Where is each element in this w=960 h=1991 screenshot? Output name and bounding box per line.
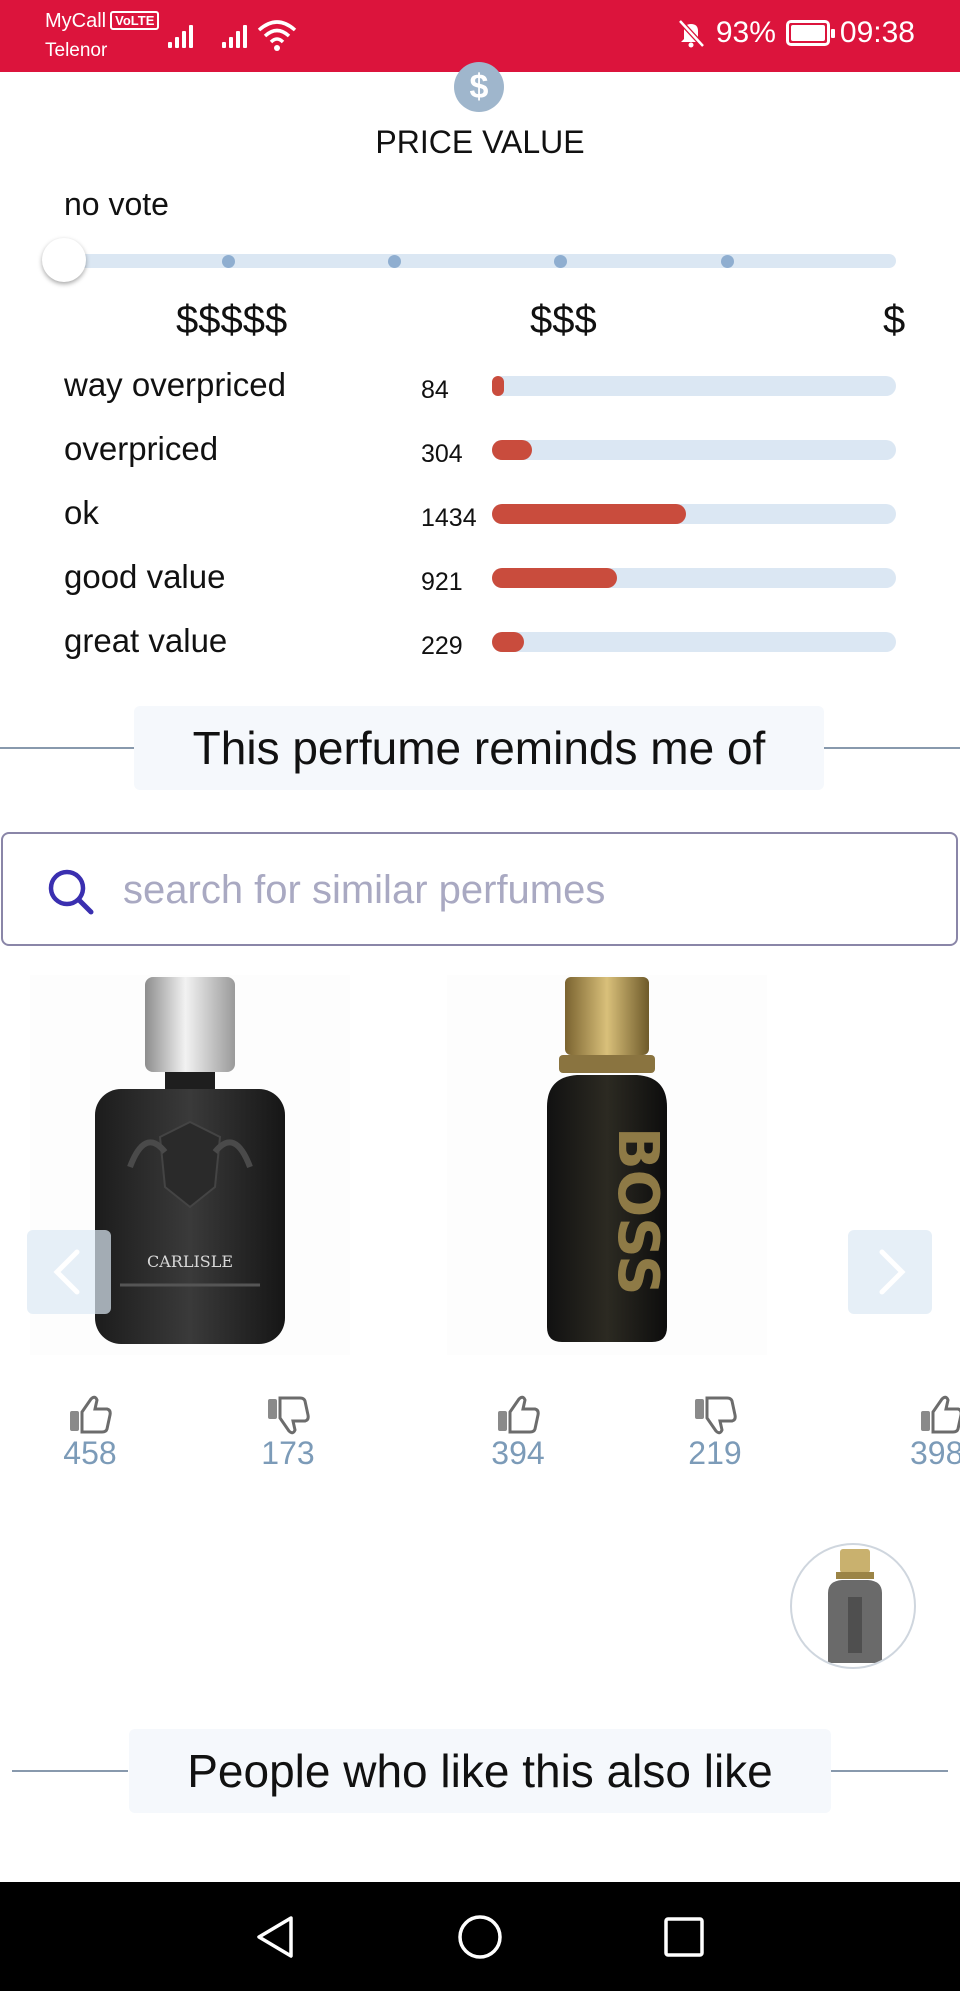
also-like-section-header: People who like this also like (0, 1729, 960, 1813)
dislike-count: 219 (688, 1435, 742, 1471)
search-icon (48, 869, 94, 915)
similar-perfumes-carousel[interactable]: CARLISLE BOSS 458 173 394 219 398 (0, 975, 960, 1475)
chevron-left-icon (53, 1249, 80, 1295)
like-count: 394 (491, 1435, 545, 1471)
reminds-section-header: This perfume reminds me of (0, 706, 960, 790)
volte-badge: VoLTE (110, 11, 160, 30)
vote-row-label: overpriced (64, 430, 219, 467)
carrier-name: MyCall (45, 10, 107, 32)
scale-label-expensive: $$$$$ (176, 298, 288, 342)
vote-row: overpriced 304 (0, 424, 960, 488)
perfume-bottle-image: CARLISLE (95, 977, 285, 1344)
like-count: 458 (63, 1435, 117, 1471)
vote-row-bar (492, 376, 505, 396)
clock: 09:38 (839, 16, 915, 49)
vote-row-label: great value (64, 622, 228, 659)
vote-row-count: 1434 (421, 504, 477, 532)
floating-product-thumbnail[interactable] (790, 1543, 916, 1669)
vote-row-label: good value (64, 558, 226, 595)
vote-row-count: 229 (421, 632, 463, 660)
bottle-label: CARLISLE (147, 1252, 233, 1271)
bell-muted-icon (678, 19, 705, 48)
vote-row-label: ok (64, 494, 99, 531)
carousel-next-button[interactable] (848, 1230, 932, 1314)
battery-icon (785, 20, 835, 46)
perfume-card[interactable]: BOSS (447, 975, 767, 1355)
battery-percent: 93% (715, 16, 776, 49)
also-like-section-title: People who like this also like (129, 1729, 831, 1813)
vote-row-bar (492, 504, 686, 524)
slider-thumb[interactable] (42, 238, 86, 282)
wifi-icon (257, 20, 297, 51)
vote-row: ok 1434 (0, 488, 960, 552)
divider (0, 747, 134, 749)
slider-step[interactable] (554, 255, 567, 268)
thumbs-down-icon (695, 1396, 737, 1435)
search-input[interactable] (123, 854, 923, 926)
vote-row: good value 921 (0, 552, 960, 616)
vote-row-track (492, 632, 896, 652)
dollar-icon: $ (454, 62, 504, 112)
dislike-button[interactable]: 173 (248, 1395, 328, 1472)
vote-row-count: 921 (421, 568, 463, 596)
divider (12, 1770, 128, 1772)
vote-row: great value 229 (0, 616, 960, 680)
vote-row-bar (492, 568, 618, 588)
signal-icon (168, 20, 198, 48)
vote-row-track (492, 440, 896, 460)
vote-row-bar (492, 632, 525, 652)
similar-search-box[interactable] (1, 832, 958, 946)
like-button[interactable]: 458 (50, 1395, 130, 1472)
triangle-back-icon[interactable] (253, 1914, 297, 1960)
carrier-top: MyCall VoLTE (45, 10, 160, 33)
vote-row-count: 304 (421, 440, 463, 468)
chevron-right-icon (879, 1249, 906, 1295)
thumbs-down-icon (268, 1396, 310, 1435)
carrier-bottom: Telenor (45, 40, 108, 61)
price-value-title: PRICE VALUE (375, 124, 585, 160)
vote-row-track (492, 568, 896, 588)
dislike-button[interactable]: 219 (675, 1395, 755, 1472)
divider (831, 1770, 948, 1772)
thumbs-up-icon (498, 1395, 540, 1434)
like-button[interactable]: 394 (478, 1395, 558, 1472)
vote-row: way overpriced 84 (0, 360, 960, 424)
status-right: 93% 09:38 (676, 16, 915, 50)
dislike-count: 173 (261, 1435, 315, 1471)
carousel-prev-button[interactable] (27, 1230, 111, 1314)
thumbs-up-icon (70, 1395, 112, 1434)
thumbs-up-icon (921, 1395, 960, 1434)
vote-row-track (492, 504, 896, 524)
scale-label-cheap: $ (883, 298, 906, 342)
like-count: 398 (910, 1435, 960, 1471)
square-recents-icon[interactable] (663, 1916, 705, 1958)
signal-icon-2 (222, 20, 252, 48)
like-button[interactable]: 398 (910, 1395, 960, 1472)
slider-step[interactable] (388, 255, 401, 268)
system-navigation-bar (0, 1882, 960, 1991)
vote-row-count: 84 (421, 376, 449, 404)
vote-row-bar (492, 440, 533, 460)
perfume-bottle-image (828, 1549, 882, 1663)
price-vote-slider[interactable] (42, 238, 896, 282)
slider-step[interactable] (222, 255, 235, 268)
scale-label-mid: $$$ (530, 298, 597, 342)
vote-row-label: way overpriced (64, 366, 286, 403)
divider (824, 747, 960, 749)
circle-home-icon[interactable] (457, 1914, 503, 1960)
slider-step[interactable] (721, 255, 734, 268)
bottle-label: BOSS (605, 1127, 670, 1295)
perfume-bottle-image: BOSS (547, 977, 670, 1342)
vote-row-track (492, 376, 896, 396)
reminds-section-title: This perfume reminds me of (134, 706, 824, 790)
vote-status: no vote (64, 186, 169, 222)
